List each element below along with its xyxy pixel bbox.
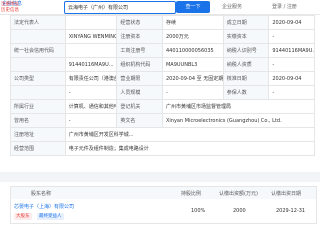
value-credit-code-empty: [64, 43, 118, 58]
info-row: 统一社会信用代码 工商注册号 440110000056035 纳税人识别号 91…: [10, 43, 315, 58]
info-row: 曾用名 - 英文名 Xinyan Microelectronics (Guang…: [10, 113, 316, 128]
value-reg-capital: 2000万元: [161, 29, 224, 44]
side-tag-address[interactable]: 注册地址: [1, 2, 29, 7]
label-legal-rep: 法定代表人: [10, 15, 66, 30]
label-staff-size: 人员规模: [116, 85, 163, 100]
col-header-amount: 认缴出资额(万元): [219, 191, 258, 197]
label-empty: [10, 29, 66, 44]
tag-major-holder: 大股东: [14, 213, 32, 220]
col-header-name: 股东名称: [31, 191, 52, 197]
info-row: 91440116MA9U... 组织机构代码 MA9UUNBL3 纳税人资质 -: [10, 57, 315, 72]
label-industry: 所属行业: [10, 99, 66, 114]
tag-beneficiary: 最终受益人: [37, 213, 64, 220]
info-row: 所属行业 计算机、通信和其他电子设备制造业 登记机关 广州市黄埔区市场监督管理局: [10, 99, 316, 114]
value-legal-rep: [64, 15, 118, 30]
shareholder-date: 2029-12-31: [276, 208, 306, 214]
label-found-date: 成立日期: [222, 15, 270, 30]
label-address: 注册地址: [10, 127, 66, 142]
col-header-ratio: 持股比例: [181, 191, 202, 197]
label-former-name: 曾用名: [10, 113, 66, 128]
company-profile-page: 企业信息 云海电子（广州）有限公司 查一下 企业服务 登录 / 注册 注册地址 …: [0, 0, 320, 240]
value-company-type: 有限责任公司（港澳台法人独资）: [64, 71, 118, 86]
label-tax-id: 纳税人识别号: [222, 43, 270, 58]
label-reg-no: 工商注册号: [116, 43, 163, 58]
shareholder-name[interactable]: 芯晏电子（上海）有限公司: [14, 203, 74, 210]
label-paid-capital: 实缴资本: [222, 29, 270, 44]
value-approve-date: 2020-09-04: [268, 71, 315, 86]
value-scope: 电子元件及组件制造；集成电路设计: [64, 141, 316, 156]
value-paid-capital: -: [268, 29, 315, 44]
value-tax-id: 91440116MA9U...: [268, 43, 315, 58]
label-tax-qual: 纳税人资质: [222, 57, 270, 72]
label-english-name: 英文名: [116, 113, 163, 128]
value-reg-no: 440110000056035: [161, 43, 224, 58]
info-row: 经营范围 电子元件及组件制造；集成电路设计: [10, 141, 316, 156]
label-credit-code: 统一社会信用代码: [10, 43, 66, 58]
value-former-name: -: [64, 113, 118, 128]
value-status: 存续: [161, 15, 224, 30]
company-info-table: 法定代表人 经营状态 存续 成立日期 2020-09-04 XINYANG WE…: [10, 15, 316, 156]
value-tax-qual: -: [268, 57, 315, 72]
login-link[interactable]: 登录 / 注册: [272, 3, 297, 10]
enterprise-service-link[interactable]: 企业服务: [222, 3, 242, 10]
shareholder-table-header: 股东名称 持股比例 认缴出资额(万元) 认缴出资日期: [10, 186, 317, 200]
value-english-name: Xinyan Microelectronics (Guangzhou) Co.,…: [161, 113, 316, 128]
value-legal-rep-name[interactable]: XINYANG WENMING: [64, 29, 118, 44]
value-credit-code: 91440116MA9U...: [64, 57, 118, 72]
label-reg-capital: 注册资本: [116, 29, 163, 44]
label-insured: 参保人数: [222, 85, 270, 100]
info-row: 注册地址 广州市黄埔区开发区科学城...: [10, 127, 316, 142]
value-authority: 广州市黄埔区市场监督管理局: [161, 99, 316, 114]
search-value: 云海电子（广州）有限公司: [68, 5, 129, 11]
label-authority: 登记机关: [116, 99, 163, 114]
shareholder-ratio: 100%: [191, 208, 206, 214]
value-staff-size: -: [161, 85, 224, 100]
top-bar: 企业信息 云海电子（广州）有限公司 查一下 企业服务 登录 / 注册: [0, 0, 320, 15]
label-approve-date: 核准日期: [222, 71, 270, 86]
label-org-code: 组织机构代码: [116, 57, 163, 72]
info-row: 公司类型 有限责任公司（港澳台法人独资） 营业期限 2020-09-04 至 无…: [10, 71, 315, 86]
side-tag-history[interactable]: 历史信息: [1, 8, 29, 13]
label-empty: [10, 85, 66, 100]
value-empty: -: [64, 85, 118, 100]
section-divider: [0, 172, 320, 182]
value-org-code: MA9UUNBL3: [161, 57, 224, 72]
label-empty: [10, 57, 66, 72]
value-industry: 计算机、通信和其他电子设备制造业: [64, 99, 118, 114]
label-status: 经营状态: [116, 15, 163, 30]
value-insured: -: [268, 85, 315, 100]
shareholder-row: 芯晏电子（上海）有限公司 大股东 最终受益人 100% 2000 2029-12…: [10, 199, 317, 224]
value-address: 广州市黄埔区开发区科学城...: [64, 127, 316, 142]
search-input[interactable]: 云海电子（广州）有限公司: [64, 1, 176, 14]
value-term: 2020-09-04 至 无固定期限: [161, 71, 224, 86]
label-term: 营业期限: [116, 71, 163, 86]
col-header-date: 认缴出资日期: [271, 191, 302, 197]
info-row: - 人员规模 - 参保人数 -: [10, 85, 315, 100]
info-row: 法定代表人 经营状态 存续 成立日期 2020-09-04: [10, 15, 315, 30]
label-scope: 经营范围: [10, 141, 66, 156]
search-button[interactable]: 查一下: [176, 1, 210, 13]
info-row: XINYANG WENMING 注册资本 2000万元 实缴资本 -: [10, 29, 315, 44]
shareholder-amount: 2000: [233, 208, 246, 214]
value-found-date: 2020-09-04: [268, 15, 315, 30]
label-company-type: 公司类型: [10, 71, 66, 86]
